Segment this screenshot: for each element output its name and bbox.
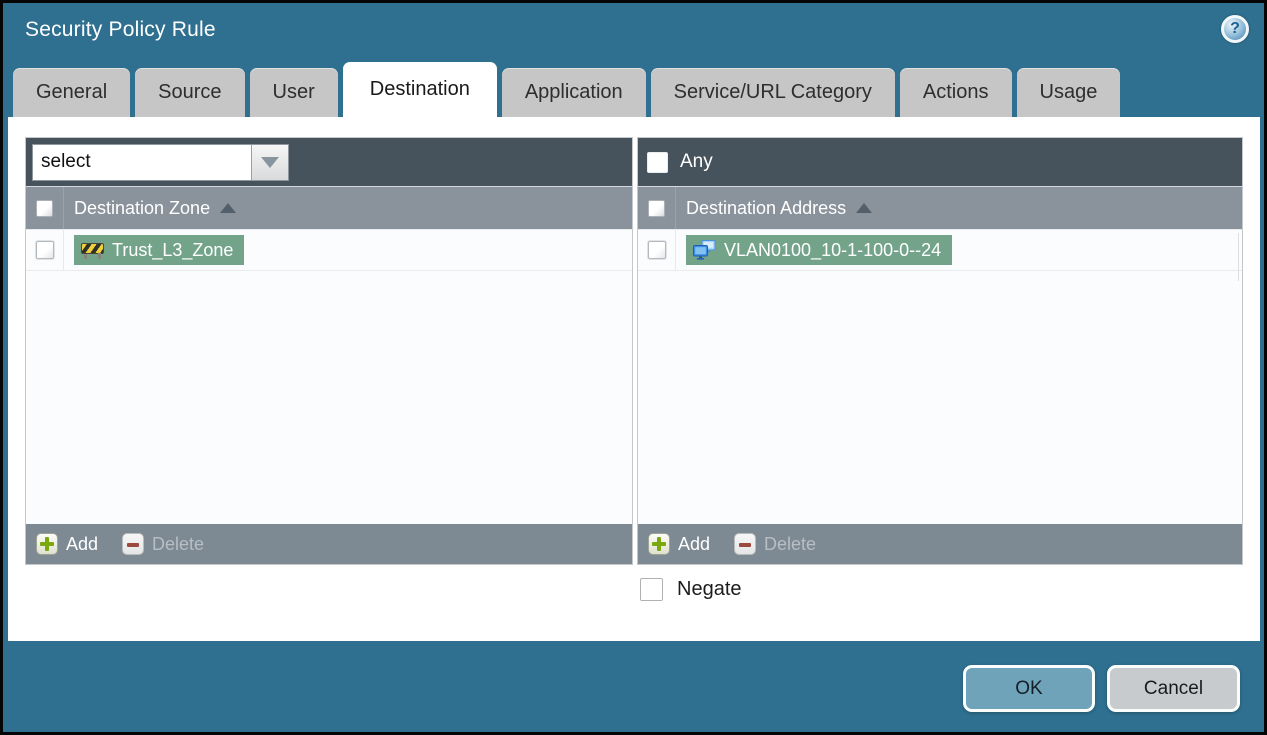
destination-tab-content: Destination Zone Trust_L3_Zone	[8, 117, 1260, 641]
zone-panel-footer: Add Delete	[26, 524, 632, 564]
tab-actions[interactable]: Actions	[899, 68, 1012, 117]
tab-application[interactable]: Application	[501, 68, 646, 117]
security-policy-rule-dialog: Security Policy Rule ? General Source Us…	[3, 3, 1264, 732]
zone-value-chip[interactable]: Trust_L3_Zone	[74, 235, 245, 265]
help-glyph: ?	[1230, 20, 1240, 37]
negate-label: Negate	[677, 578, 742, 600]
address-select-all-cell	[638, 187, 676, 229]
zone-rows-area: Trust_L3_Zone	[26, 229, 632, 524]
address-panel-toolbar: Any	[638, 138, 1242, 186]
negate-control: Negate	[640, 578, 742, 601]
plus-icon	[36, 533, 58, 555]
minus-icon	[122, 533, 145, 555]
address-select-all-checkbox[interactable]	[648, 199, 665, 217]
zone-row-checkbox-cell	[26, 230, 64, 270]
sort-ascending-icon[interactable]	[220, 203, 237, 213]
tab-bar: General Source User Destination Applicat…	[13, 62, 1121, 117]
scrollbar-track	[1238, 233, 1239, 281]
zone-add-button[interactable]: Add	[36, 533, 98, 555]
zone-delete-label: Delete	[152, 533, 205, 554]
address-delete-button[interactable]: Delete	[734, 533, 816, 555]
zone-select-all-cell	[26, 187, 64, 229]
zone-filter-dropdown-button[interactable]	[251, 144, 288, 180]
dialog-title: Security Policy Rule	[25, 18, 216, 41]
address-rows-area: VLAN0100_10-1-100-0--24	[638, 229, 1242, 524]
any-label: Any	[680, 151, 713, 172]
tab-service-url-category[interactable]: Service/URL Category	[650, 68, 895, 117]
address-add-label: Add	[678, 533, 711, 554]
sort-ascending-icon[interactable]	[856, 203, 873, 213]
zone-filter-combobox	[32, 143, 289, 181]
tab-destination[interactable]: Destination	[342, 62, 497, 117]
cancel-button[interactable]: Cancel	[1107, 665, 1240, 712]
tab-usage[interactable]: Usage	[1016, 68, 1121, 117]
zone-delete-button[interactable]: Delete	[122, 533, 204, 555]
zone-add-label: Add	[66, 533, 99, 554]
help-icon[interactable]: ?	[1221, 15, 1249, 43]
address-add-button[interactable]: Add	[648, 533, 710, 555]
zone-panel-toolbar	[26, 138, 632, 186]
zone-value-label: Trust_L3_Zone	[112, 239, 234, 260]
destination-address-panel: Any Destination Address VLAN0100_10-1-10…	[637, 137, 1243, 565]
tab-source[interactable]: Source	[135, 68, 245, 117]
screenshot-root: Security Policy Rule ? General Source Us…	[0, 0, 1267, 735]
address-value-chip[interactable]: VLAN0100_10-1-100-0--24	[686, 235, 953, 265]
destination-zone-panel: Destination Zone Trust_L3_Zone	[25, 137, 633, 565]
address-row-checkbox[interactable]	[647, 241, 666, 259]
address-delete-label: Delete	[764, 533, 817, 554]
zone-select-all-checkbox[interactable]	[36, 199, 53, 217]
zone-row-checkbox[interactable]	[35, 241, 54, 259]
any-checkbox[interactable]	[647, 151, 668, 173]
plus-icon	[648, 533, 670, 555]
zone-table-row[interactable]: Trust_L3_Zone	[26, 230, 632, 271]
address-column-header-row: Destination Address	[638, 186, 1242, 229]
ok-button[interactable]: OK	[963, 665, 1095, 712]
chevron-down-icon	[261, 156, 279, 168]
zone-filter-input[interactable]	[33, 144, 251, 180]
zone-icon	[81, 242, 104, 259]
address-panel-footer: Add Delete	[638, 524, 1242, 564]
address-row-checkbox-cell	[638, 230, 676, 270]
address-column-header[interactable]: Destination Address	[686, 198, 846, 219]
minus-icon	[734, 533, 757, 555]
tab-user[interactable]: User	[249, 68, 338, 117]
negate-checkbox[interactable]	[640, 578, 663, 601]
tab-general[interactable]: General	[13, 68, 131, 117]
address-table-row[interactable]: VLAN0100_10-1-100-0--24	[638, 230, 1242, 271]
title-bar: Security Policy Rule ?	[3, 3, 1264, 59]
address-icon	[693, 240, 716, 260]
zone-column-header-row: Destination Zone	[26, 186, 632, 229]
address-value-label: VLAN0100_10-1-100-0--24	[724, 239, 942, 260]
zone-column-header[interactable]: Destination Zone	[74, 198, 210, 219]
